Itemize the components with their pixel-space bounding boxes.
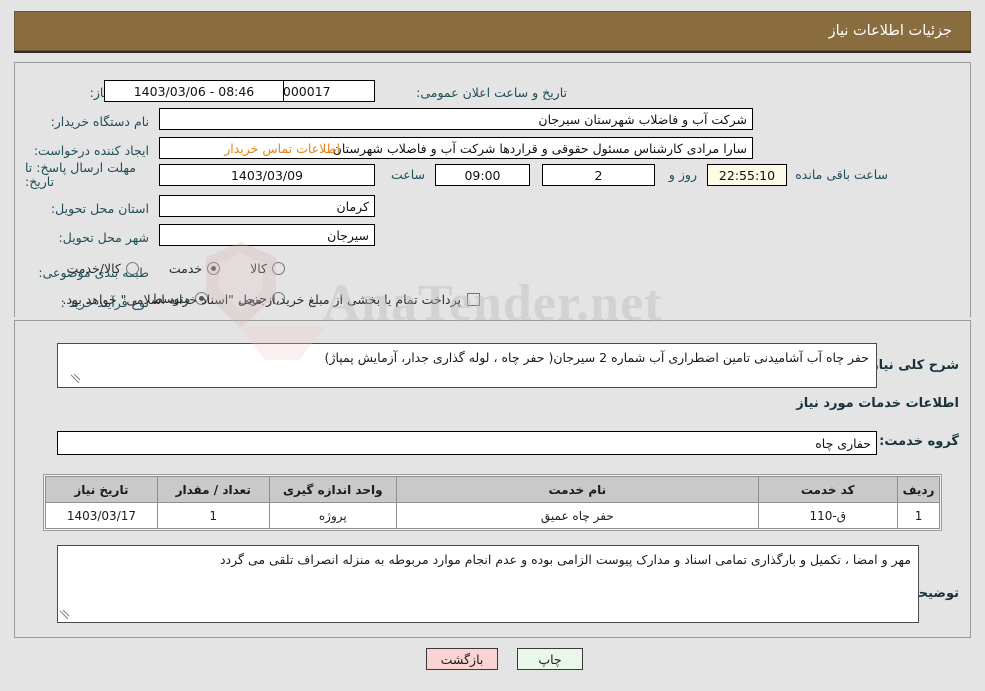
- th-service-code: کد خدمت: [757, 476, 899, 503]
- print-button[interactable]: چاپ: [517, 648, 583, 670]
- cell-quantity: 1: [156, 502, 270, 529]
- page-title: جزئیات اطلاعات نیاز: [828, 23, 952, 39]
- city-value: سیرجان: [159, 224, 375, 246]
- page-root: جزئیات اطلاعات نیاز AnaTender.net شماره …: [0, 0, 985, 691]
- cell-service-name: حفر چاه عمیق: [396, 502, 759, 529]
- public-announce-value: 1403/03/06 - 08:46: [104, 80, 284, 102]
- header-divider: [14, 51, 971, 53]
- category-option-khedmat-label: خدمت: [168, 261, 203, 276]
- th-need-date: تاریخ نیاز: [45, 476, 158, 503]
- public-announce-row: تاریخ و ساعت اعلان عمومی:: [416, 80, 567, 104]
- category-option-kala[interactable]: کالا: [250, 261, 285, 276]
- reply-deadline-countdown: 22:55:10: [707, 164, 787, 186]
- th-unit: واحد اندازه گیری: [268, 476, 398, 503]
- category-option-kala-khedmat[interactable]: کالا/خدمت: [66, 261, 139, 276]
- cell-unit: پروژه: [268, 502, 398, 529]
- th-service-name: نام خدمت: [396, 476, 759, 503]
- back-button[interactable]: بازگشت: [426, 648, 498, 670]
- services-section-heading: اطلاعات خدمات مورد نیاز: [796, 396, 959, 411]
- islamic-treasury-checkbox-label: پرداخت تمام یا بخشی از مبلغ خرید،از محل …: [62, 292, 461, 307]
- buyer-contact-info-link[interactable]: اطلاعات تماس خریدار: [224, 141, 340, 156]
- islamic-treasury-checkbox-wrap[interactable]: پرداخت تمام یا بخشی از مبلغ خرید،از محل …: [62, 292, 480, 307]
- reply-deadline-hour-label: ساعت: [390, 167, 425, 182]
- cell-row-no: 1: [897, 502, 940, 529]
- category-option-kala-khedmat-label: کالا/خدمت: [66, 261, 121, 276]
- reply-deadline-date: 1403/03/09: [159, 164, 375, 186]
- textarea-resize-handle-icon[interactable]: [70, 373, 81, 384]
- request-creator-label: ایجاد کننده درخواست:: [33, 142, 149, 158]
- city-row: شهر محل تحویل:: [59, 225, 149, 249]
- reply-deadline-label: مهلت ارسال پاسخ: تا تاریخ:: [25, 161, 149, 189]
- table-header-row: ردیف کد خدمت نام خدمت واحد اندازه گیری ت…: [45, 476, 940, 503]
- textarea-resize-handle-icon[interactable]: [59, 609, 70, 620]
- category-radio-group: کالا خدمت کالا/خدمت: [36, 261, 285, 276]
- cell-need-date: 1403/03/17: [45, 502, 158, 529]
- buyer-org-label: نام دستگاه خریدار:: [50, 113, 149, 129]
- cell-service-code: ق-110: [757, 502, 899, 529]
- service-group-value: حفاری چاه: [57, 431, 877, 455]
- province-row: استان محل تحویل:: [51, 196, 149, 220]
- reply-deadline-countdown-label: ساعت باقی مانده: [795, 167, 888, 182]
- city-label: شهر محل تحویل:: [58, 229, 149, 245]
- page-header: جزئیات اطلاعات نیاز: [14, 11, 971, 51]
- reply-deadline-hour: 09:00: [435, 164, 530, 186]
- th-row-no: ردیف: [897, 476, 940, 503]
- table-row: 1 ق-110 حفر چاه عمیق پروژه 1 1403/03/17: [45, 502, 940, 529]
- reply-deadline-label-line1: مهلت ارسال پاسخ: تا: [25, 160, 136, 175]
- radio-icon[interactable]: [207, 262, 221, 275]
- province-label: استان محل تحویل:: [50, 200, 149, 216]
- radio-icon[interactable]: [125, 262, 139, 275]
- reply-deadline-days: 2: [542, 164, 655, 186]
- th-quantity: تعداد / مقدار: [156, 476, 270, 503]
- public-announce-label: تاریخ و ساعت اعلان عمومی:: [416, 84, 567, 100]
- reply-deadline-days-label: روز و: [668, 167, 697, 182]
- general-description-label: شرح کلی نیاز:: [865, 358, 959, 373]
- service-group-label: گروه خدمت:: [879, 434, 959, 449]
- category-option-khedmat[interactable]: خدمت: [168, 261, 221, 276]
- radio-icon[interactable]: [272, 262, 285, 275]
- buyer-org-row: نام دستگاه خریدار:: [51, 109, 149, 133]
- services-table: ردیف کد خدمت نام خدمت واحد اندازه گیری ت…: [45, 476, 940, 529]
- province-value: کرمان: [159, 195, 375, 217]
- reply-deadline-label-line2: تاریخ:: [25, 174, 55, 189]
- buyer-org-value: شرکت آب و فاضلاب شهرستان سیرجان: [159, 108, 753, 130]
- buyer-notes-textarea[interactable]: مهر و امضا ، تکمیل و بارگذاری تمامی اسنا…: [57, 545, 919, 623]
- checkbox-icon[interactable]: [467, 293, 480, 306]
- general-description-textarea[interactable]: حفر چاه آب آشامیدنی تامین اضطراری آب شما…: [57, 343, 877, 388]
- category-option-kala-label: کالا: [250, 261, 267, 276]
- services-table-wrap: ردیف کد خدمت نام خدمت واحد اندازه گیری ت…: [43, 474, 942, 531]
- request-creator-row: ایجاد کننده درخواست:: [34, 138, 149, 162]
